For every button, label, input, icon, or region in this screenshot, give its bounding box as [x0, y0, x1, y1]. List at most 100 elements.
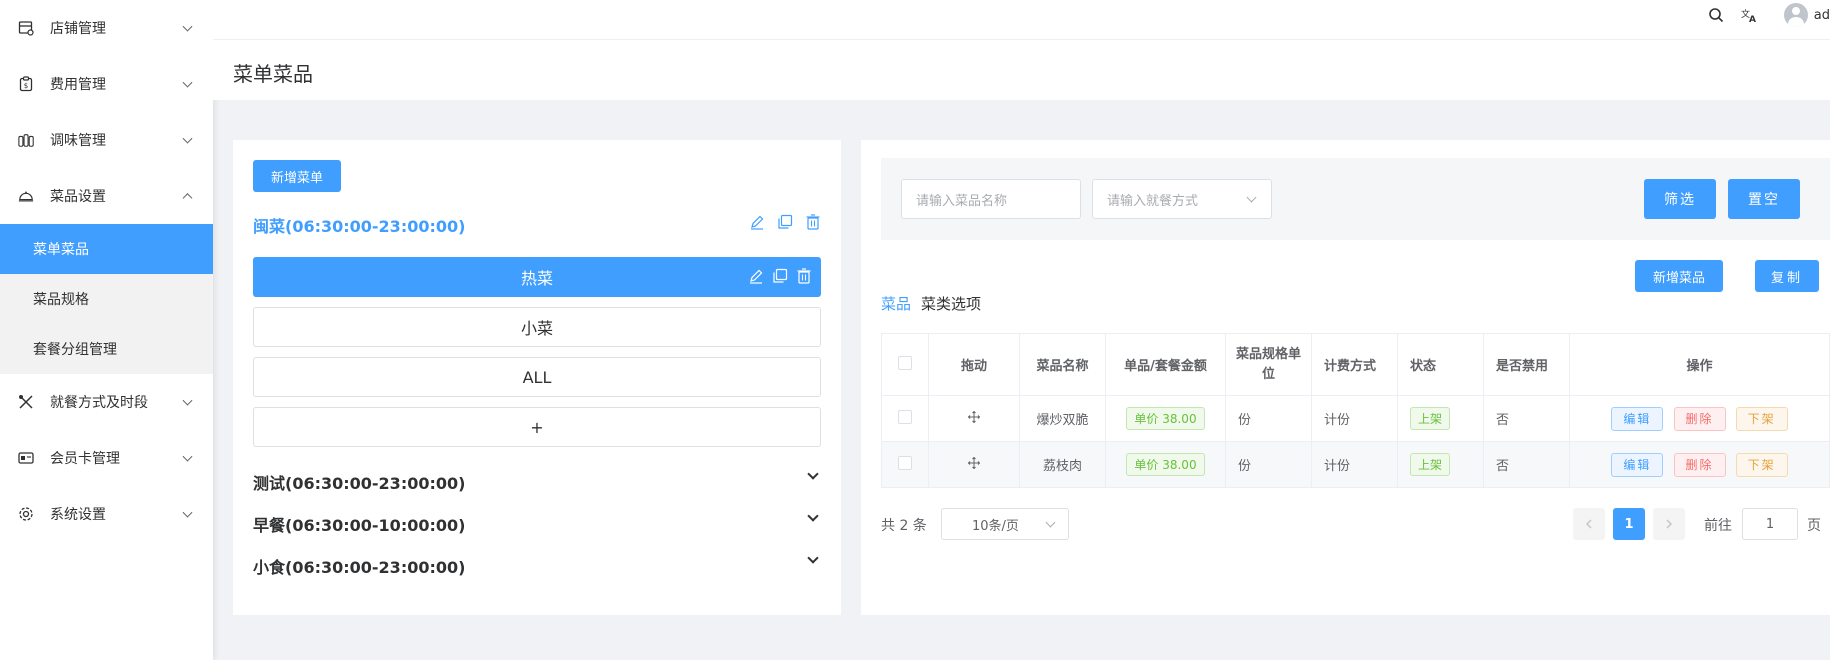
edit-button[interactable]: 编辑	[1611, 452, 1664, 477]
sidebar-item-label: 菜品设置	[50, 189, 106, 205]
table-row: 爆炒双脆 单价 38.00 份 计份 上架 否 编辑 删除 下架	[881, 395, 1830, 442]
sidebar-item-dish-settings[interactable]: 菜品设置	[0, 168, 213, 224]
sidebar-item-combo-group[interactable]: 套餐分组管理	[0, 324, 213, 374]
next-page-button[interactable]	[1653, 508, 1685, 540]
menu-group-title[interactable]: 小食(06:30:00-23:00:00)	[253, 554, 465, 578]
edit-button[interactable]: 编辑	[1611, 406, 1664, 431]
search-icon[interactable]	[1706, 5, 1726, 25]
price-tag: 单价 38.00	[1126, 407, 1205, 430]
sidebar-item-seasoning[interactable]: 调味管理	[0, 112, 213, 168]
category-tools	[748, 268, 812, 284]
dining-icon	[18, 394, 34, 410]
select-placeholder: 请输入就餐方式	[1107, 193, 1199, 209]
sidebar-item-label: 调味管理	[50, 133, 106, 149]
add-menu-button[interactable]: 新增菜单	[253, 160, 341, 192]
edit-icon[interactable]	[748, 268, 764, 284]
dish-name-input[interactable]: 请输入菜品名称	[901, 179, 1081, 219]
sidebar-item-dish-spec[interactable]: 菜品规格	[0, 274, 213, 324]
status-badge: 上架	[1410, 453, 1451, 476]
row-checkbox[interactable]	[898, 455, 912, 470]
filter-panel: 请输入菜品名称 请输入就餐方式 筛选 置空	[881, 158, 1830, 240]
sidebar-item-member-card[interactable]: 会员卡管理	[0, 430, 213, 486]
row-checkbox[interactable]	[898, 409, 912, 424]
menu-group-title-active[interactable]: 闽菜(06:30:00-23:00:00)	[253, 213, 465, 237]
disabled-cell: 否	[1483, 441, 1570, 488]
translate-icon[interactable]: 文A	[1740, 5, 1760, 25]
unit-cell: 份	[1225, 441, 1312, 488]
clear-button[interactable]: 置空	[1728, 179, 1800, 219]
chevron-down-icon	[182, 395, 193, 406]
tab-dishes[interactable]: 菜品	[881, 293, 911, 314]
billing-cell: 计份	[1311, 395, 1398, 442]
select-all-checkbox[interactable]	[898, 355, 912, 370]
dish-icon	[18, 188, 34, 204]
page-size-value: 10条/页	[972, 518, 1019, 534]
sidebar-item-fee[interactable]: $ 费用管理	[0, 56, 213, 112]
chevron-down-icon[interactable]	[807, 510, 819, 522]
chevron-down-icon[interactable]	[807, 468, 819, 480]
copy-icon[interactable]	[777, 214, 793, 230]
sidebar-item-menu-dishes[interactable]: 菜单菜品	[0, 224, 213, 274]
take-down-button[interactable]: 下架	[1735, 406, 1788, 431]
user-name[interactable]: ad	[1814, 8, 1830, 23]
page-size-select[interactable]: 10条/页	[941, 508, 1069, 540]
goto-prefix: 前往	[1704, 518, 1732, 534]
chevron-down-icon[interactable]	[807, 552, 819, 564]
col-price: 单品/套餐金额	[1105, 333, 1226, 396]
edit-icon[interactable]	[749, 214, 765, 230]
menu-group-title[interactable]: 测试(06:30:00-23:00:00)	[253, 470, 465, 494]
goto-page-input[interactable]: 1	[1742, 508, 1798, 540]
sidebar-item-label: 会员卡管理	[50, 451, 120, 467]
delete-button[interactable]: 删除	[1673, 406, 1726, 431]
copy-button[interactable]: 复制	[1755, 260, 1819, 292]
card-icon	[18, 450, 34, 466]
dish-panel: 请输入菜品名称 请输入就餐方式 筛选 置空 新增菜品 复制 菜品 菜类选项 拖动…	[861, 140, 1830, 615]
operations-cell: 编辑 删除 下架	[1569, 395, 1830, 442]
chevron-down-icon	[182, 507, 193, 518]
sidebar-item-system[interactable]: 系统设置	[0, 486, 213, 542]
store-icon	[18, 20, 34, 36]
status-badge: 上架	[1410, 407, 1451, 430]
drag-cell	[928, 441, 1020, 488]
dish-name-cell: 荔枝肉	[1019, 441, 1106, 488]
category-side-dish[interactable]: 小菜	[253, 307, 821, 347]
tab-category-options[interactable]: 菜类选项	[921, 293, 981, 314]
page-number-button[interactable]: 1	[1613, 508, 1645, 540]
dish-tabs: 菜品 菜类选项	[881, 293, 981, 314]
drag-handle-icon[interactable]	[967, 456, 981, 473]
col-billing: 计费方式	[1311, 333, 1398, 396]
dining-method-select[interactable]: 请输入就餐方式	[1092, 179, 1272, 219]
menu-group-title[interactable]: 早餐(06:30:00-10:00:00)	[253, 512, 465, 536]
top-bar: 文A ad	[213, 0, 1830, 40]
copy-icon[interactable]	[772, 268, 788, 284]
delete-icon[interactable]	[796, 268, 812, 284]
sidebar-item-dining[interactable]: 就餐方式及时段	[0, 374, 213, 430]
sidebar-item-store[interactable]: 店铺管理	[0, 0, 213, 56]
delete-icon[interactable]	[805, 214, 821, 230]
category-all[interactable]: ALL	[253, 357, 821, 397]
add-category-button[interactable]: +	[253, 407, 821, 447]
billing-cell: 计份	[1311, 441, 1398, 488]
svg-text:A: A	[1749, 15, 1756, 23]
submenu-dish-settings: 菜单菜品 菜品规格 套餐分组管理	[0, 224, 213, 374]
filter-button[interactable]: 筛选	[1644, 179, 1716, 219]
price-cell: 单价 38.00	[1105, 441, 1226, 488]
avatar[interactable]	[1783, 3, 1808, 27]
sidebar-item-label: 费用管理	[50, 77, 106, 93]
sidebar: 店铺管理 $ 费用管理 调味管理 菜品设置 菜单菜品 菜品规格 套餐分组管理 就…	[0, 0, 213, 660]
drag-handle-icon[interactable]	[967, 410, 981, 427]
menu-panel: 新增菜单 闽菜(06:30:00-23:00:00) 热菜 小菜 ALL + 测…	[233, 140, 841, 615]
take-down-button[interactable]: 下架	[1735, 452, 1788, 477]
seasoning-icon	[18, 132, 34, 148]
col-drag: 拖动	[928, 333, 1020, 396]
add-dish-button[interactable]: 新增菜品	[1635, 260, 1723, 292]
prev-page-button[interactable]	[1573, 508, 1605, 540]
category-hot-dish[interactable]: 热菜	[253, 257, 821, 297]
sidebar-item-label: 系统设置	[50, 507, 106, 523]
select-all-cell	[881, 333, 929, 396]
unit-cell: 份	[1225, 395, 1312, 442]
chevron-down-icon	[182, 133, 193, 144]
delete-button[interactable]: 删除	[1673, 452, 1726, 477]
fee-icon: $	[18, 76, 34, 92]
chevron-down-icon	[182, 21, 193, 32]
